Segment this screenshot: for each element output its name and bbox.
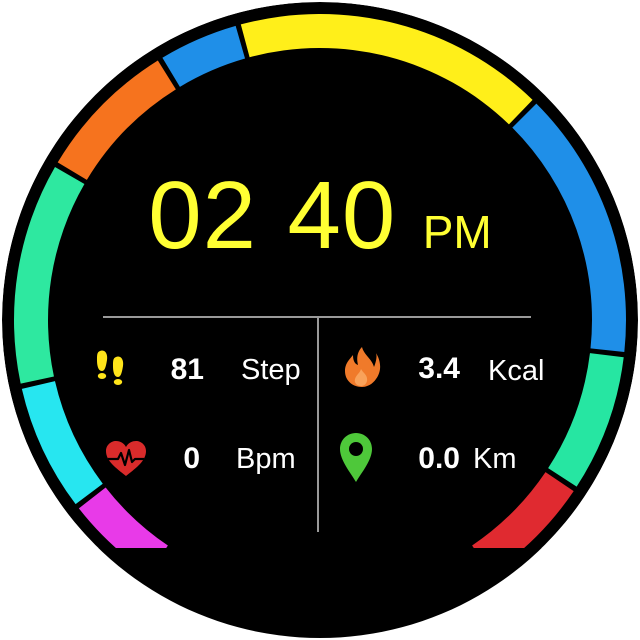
distance-unit: Km xyxy=(473,443,517,475)
watch-face: 02 40 PM 81 Step 3.4 Kcal 0 Bpm 0.0 Km xyxy=(0,0,640,640)
watch-face-background xyxy=(2,2,638,638)
steps-unit: Step xyxy=(241,354,301,386)
calories-unit: Kcal xyxy=(488,355,545,387)
vertical-divider xyxy=(317,318,319,532)
calories-value: 3.4 xyxy=(418,352,460,385)
flame-icon xyxy=(342,345,382,389)
heart-rate-value: 0 xyxy=(183,442,200,475)
clock-minutes: 40 xyxy=(287,162,397,269)
steps-value: 81 xyxy=(170,353,204,386)
clock-hours: 02 xyxy=(148,162,258,269)
clock-ampm: PM xyxy=(422,206,492,258)
heart-rate-icon xyxy=(104,440,148,478)
distance-value: 0.0 xyxy=(418,442,460,475)
clock-time: 02 40 PM xyxy=(0,168,640,264)
heart-rate-unit: Bpm xyxy=(236,443,296,475)
location-pin-icon xyxy=(338,432,374,484)
watch-face-graphics xyxy=(0,0,640,640)
